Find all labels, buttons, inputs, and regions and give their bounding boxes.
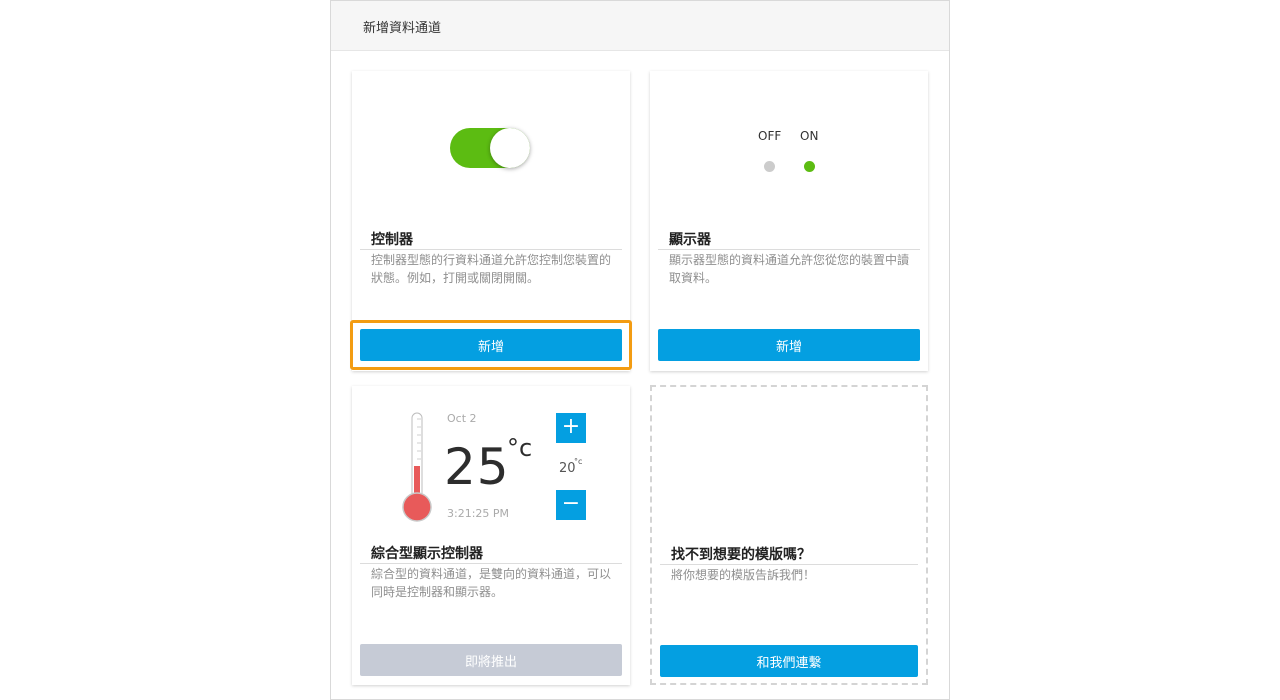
off-indicator-dot	[764, 161, 775, 172]
toggle-knob	[490, 128, 530, 168]
display-card: OFF ON 顯示器 顯示器型態的資料通道允許您從您的裝置中讀取資料。 新增	[650, 71, 928, 371]
increase-button[interactable]: +	[556, 413, 586, 443]
current-temperature: 25	[444, 438, 510, 496]
panel-header: 新增資料通道	[331, 1, 949, 51]
off-label: OFF	[758, 129, 782, 143]
time-label: 3:21:25 PM	[447, 507, 510, 520]
add-controller-button-label: 新增	[477, 339, 504, 355]
combo-description: 綜合型的資料通道，是雙向的資料通道，可以同時是控制器和顯示器。	[371, 567, 612, 599]
controller-card: 控制器 控制器型態的行資料通道允許您控制您裝置的狀態。例如，打開或關閉開關。 新…	[350, 71, 632, 371]
thermometer-icon	[402, 412, 432, 522]
template-request-description: 將你想要的模版告訴我們！	[671, 568, 816, 582]
controller-description: 控制器型態的行資料通道允許您控制您裝置的狀態。例如，打開或關閉開關。	[371, 253, 612, 285]
combo-card: Oct 2 25 °c 20 °c 3:21:25 PM + − 綜合型顯示控制…	[352, 386, 630, 685]
toggle-switch-preview	[450, 128, 530, 168]
combo-title: 綜合型顯示控制器	[371, 546, 483, 562]
temperature-unit: °c	[507, 434, 533, 462]
on-label: ON	[800, 129, 819, 143]
coming-soon-button-label: 即將推出	[464, 654, 517, 670]
display-title: 顯示器	[669, 232, 711, 248]
add-display-button[interactable]: 新增	[658, 329, 920, 361]
setpoint-unit: °c	[574, 457, 583, 466]
divider	[660, 564, 918, 565]
decrease-button[interactable]: −	[556, 490, 586, 520]
contact-us-button[interactable]: 和我們連繫	[660, 645, 918, 677]
page-title: 新增資料通道	[363, 21, 442, 36]
add-display-button-label: 新增	[775, 339, 802, 355]
template-request-title: 找不到想要的模版嗎？	[671, 547, 811, 563]
divider	[360, 563, 622, 564]
template-request-card: 找不到想要的模版嗎？ 將你想要的模版告訴我們！ 和我們連繫	[650, 385, 928, 685]
on-indicator-dot	[804, 161, 815, 172]
coming-soon-button: 即將推出	[360, 644, 622, 676]
add-controller-button[interactable]: 新增	[360, 329, 622, 361]
controller-title: 控制器	[371, 232, 413, 248]
contact-us-button-label: 和我們連繫	[756, 655, 822, 671]
display-description: 顯示器型態的資料通道允許您從您的裝置中讀取資料。	[669, 253, 910, 285]
divider	[658, 249, 920, 250]
date-label: Oct 2	[447, 412, 477, 425]
divider	[360, 249, 622, 250]
add-channel-panel: 新增資料通道 控制器 控制器型態的行資料通道允許您控制您裝置的狀態。例如，打開或…	[330, 0, 950, 700]
